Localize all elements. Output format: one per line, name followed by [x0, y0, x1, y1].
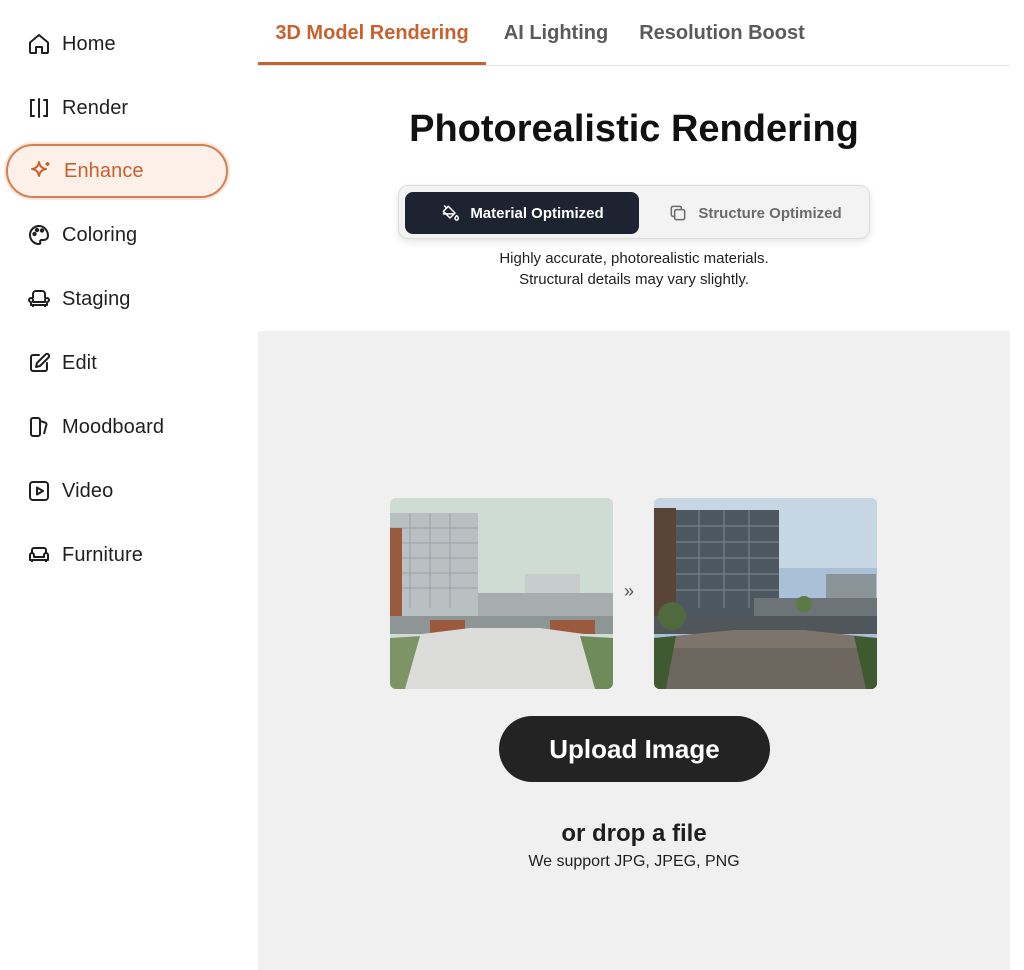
structure-optimized-button[interactable]: Structure Optimized — [645, 192, 865, 234]
paint-bucket-icon — [442, 205, 460, 221]
play-icon — [26, 478, 52, 504]
sidebar-item-home[interactable]: Home — [6, 17, 228, 71]
before-preview-image — [390, 498, 613, 689]
palette-icon — [26, 222, 52, 248]
sidebar-item-label: Coloring — [62, 223, 138, 246]
upload-image-button[interactable]: Upload Image — [499, 716, 770, 782]
moodboard-icon — [26, 414, 52, 440]
edit-icon — [26, 350, 52, 376]
tab-ai-lighting[interactable]: AI Lighting — [494, 0, 618, 66]
material-optimized-button[interactable]: Material Optimized — [405, 192, 639, 234]
render-icon — [26, 95, 52, 121]
mode-description-line2: Structural details may vary slightly. — [519, 271, 749, 288]
sidebar-item-moodboard[interactable]: Moodboard — [6, 400, 228, 454]
sparkle-icon — [28, 158, 54, 184]
after-preview-image — [654, 498, 877, 689]
sidebar-item-label: Video — [62, 479, 114, 502]
home-icon — [26, 31, 52, 57]
sidebar-item-furniture[interactable]: Furniture — [6, 528, 228, 582]
tab-bar: 3D Model Rendering AI Lighting Resolutio… — [258, 0, 1010, 66]
sidebar-item-label: Furniture — [62, 543, 143, 566]
sidebar-item-video[interactable]: Video — [6, 464, 228, 518]
sidebar-item-label: Moodboard — [62, 415, 165, 438]
supported-formats-label: We support JPG, JPEG, PNG — [528, 853, 740, 870]
sofa-icon — [26, 542, 52, 568]
mode-label: Material Optimized — [470, 204, 604, 222]
mode-label: Structure Optimized — [698, 204, 842, 222]
armchair-icon — [26, 286, 52, 312]
sidebar-item-label: Enhance — [64, 159, 144, 182]
page-title: Photorealistic Rendering — [409, 108, 859, 150]
sidebar: Home Render Enhance Coloring Staging Edi… — [0, 0, 258, 970]
sidebar-item-label: Home — [62, 32, 116, 55]
sidebar-item-coloring[interactable]: Coloring — [6, 208, 228, 262]
sidebar-item-label: Render — [62, 96, 129, 119]
sidebar-item-label: Staging — [62, 287, 131, 310]
active-tab-indicator — [258, 62, 486, 65]
mode-description-line1: Highly accurate, photorealistic material… — [499, 250, 769, 267]
copy-icon — [670, 205, 686, 221]
drop-file-label: or drop a file — [561, 820, 707, 847]
sidebar-item-staging[interactable]: Staging — [6, 272, 228, 326]
arrow-icon: » — [624, 581, 635, 601]
mode-toggle: Material Optimized Structure Optimized — [398, 185, 870, 239]
sidebar-item-render[interactable]: Render — [6, 81, 228, 135]
sidebar-item-label: Edit — [62, 351, 97, 374]
upload-drop-zone[interactable]: » Upload Image or drop a file We support… — [258, 331, 1010, 970]
tab-resolution-boost[interactable]: Resolution Boost — [636, 0, 808, 66]
sidebar-item-enhance[interactable]: Enhance — [6, 144, 228, 198]
sidebar-item-edit[interactable]: Edit — [6, 336, 228, 390]
tab-3d-model-rendering[interactable]: 3D Model Rendering — [258, 0, 486, 66]
